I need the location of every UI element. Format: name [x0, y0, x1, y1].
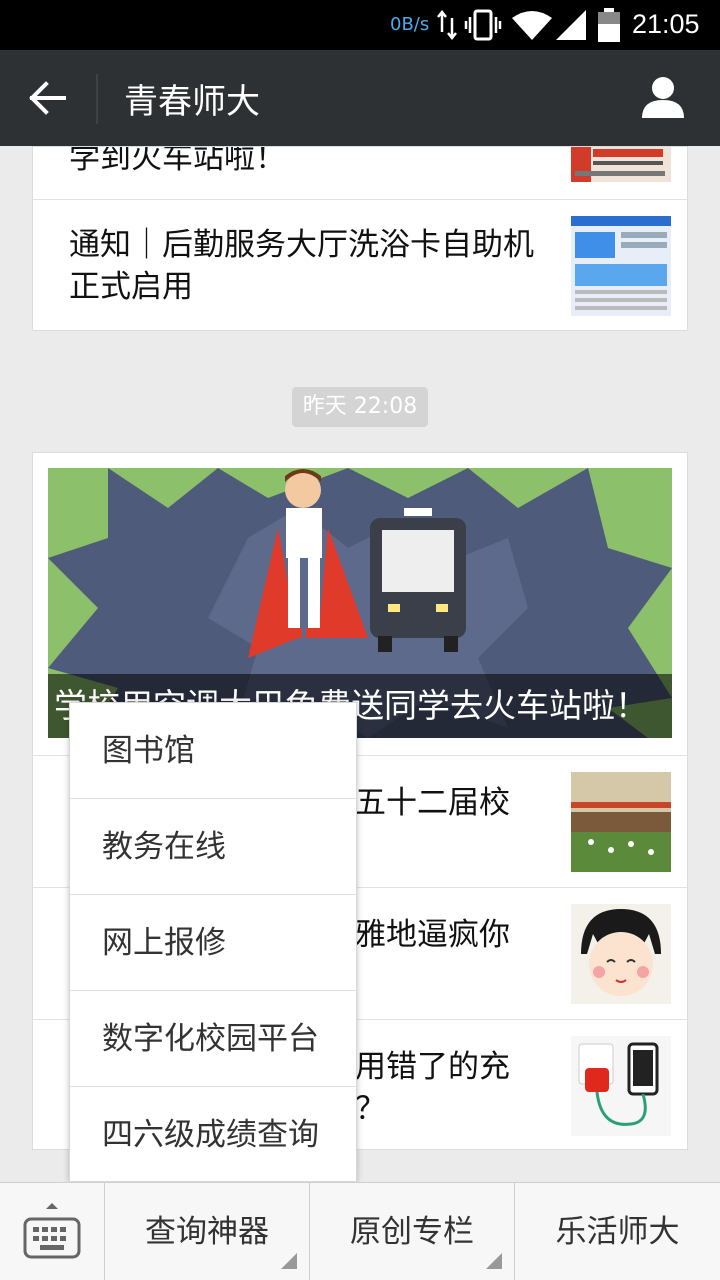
- article-thumbnail: [571, 904, 671, 1004]
- profile-icon[interactable]: [640, 74, 686, 120]
- submenu-indicator-icon: [281, 1253, 297, 1269]
- article-title: 五十二届校: [355, 785, 510, 821]
- article-thumbnail: [571, 1036, 671, 1136]
- menu-original-column[interactable]: 原创专栏: [309, 1183, 514, 1280]
- article-title-line-2: ？: [355, 1091, 386, 1127]
- menu-item-digital-campus[interactable]: 数字化校园平台: [70, 991, 358, 1087]
- data-transfer-icon: [437, 10, 457, 40]
- network-speed: 0B/s: [390, 14, 430, 35]
- wifi-icon: [512, 11, 552, 40]
- header-divider: [96, 74, 98, 124]
- page-title: 青春师大: [124, 82, 260, 122]
- status-bar: 0B/s 21:05: [0, 0, 720, 50]
- menu-label: 原创专栏: [350, 1214, 474, 1250]
- message-timestamp: 昨天 22:08: [292, 387, 428, 427]
- article-title: 用错了的充: [355, 1049, 510, 1085]
- menu-label: 乐活师大: [555, 1214, 680, 1250]
- clock: 21:05: [632, 9, 700, 39]
- submenu-indicator-icon: [486, 1253, 502, 1269]
- keyboard-toggle-button[interactable]: [0, 1183, 104, 1280]
- menu-item-academic-affairs[interactable]: 教务在线: [70, 799, 358, 895]
- menu-item-cet-score-query[interactable]: 四六级成绩查询: [70, 1087, 358, 1183]
- menu-query-tools[interactable]: 查询神器: [104, 1183, 309, 1280]
- bottom-menu-bar: 查询神器 原创专栏 乐活师大: [0, 1182, 720, 1280]
- article-row[interactable]: 通知｜后勤服务大厅洗浴卡自助机正式启用: [33, 200, 687, 330]
- article-title: 通知｜后勤服务大厅洗浴卡自助机正式启用: [69, 227, 534, 305]
- article-title: 雅地逼疯你: [355, 917, 510, 953]
- battery-icon: [598, 8, 620, 42]
- keyboard-icon: [23, 1203, 81, 1259]
- article-row[interactable]: 学到火车站啦！: [33, 146, 687, 200]
- article-thumbnail: [571, 147, 671, 182]
- article-thumbnail: [571, 772, 671, 872]
- hero-article[interactable]: 学校用空调大巴免费送同学去火车站啦！: [48, 468, 672, 738]
- menu-item-online-repair[interactable]: 网上报修: [70, 895, 358, 991]
- menu-happy-life[interactable]: 乐活师大: [514, 1183, 720, 1280]
- article-card-top: 学到火车站啦！ 通知｜后勤服务大厅洗浴卡自助机正式启用: [32, 146, 688, 331]
- vibrate-icon: [464, 9, 502, 41]
- article-title: 学到火车站啦！: [69, 146, 286, 176]
- signal-icon: [556, 10, 586, 40]
- menu-item-library[interactable]: 图书馆: [70, 703, 358, 799]
- menu-label: 查询神器: [145, 1214, 269, 1250]
- article-thumbnail: [571, 216, 671, 316]
- submenu-popup: 图书馆 教务在线 网上报修 数字化校园平台 四六级成绩查询: [69, 702, 358, 1183]
- app-header: 青春师大: [0, 50, 720, 146]
- back-arrow-icon[interactable]: [28, 80, 68, 116]
